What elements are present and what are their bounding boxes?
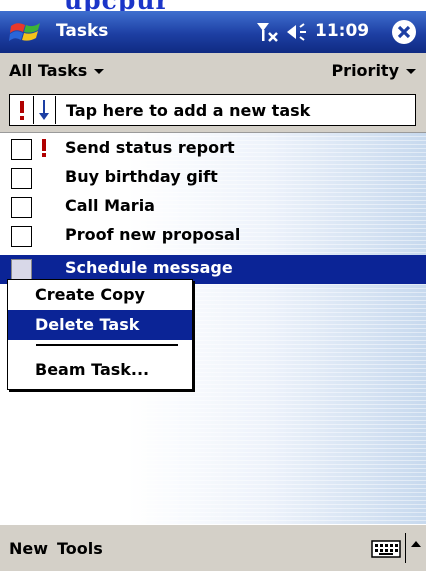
tools-menu-button[interactable]: Tools (57, 539, 103, 558)
task-checkbox[interactable] (11, 168, 32, 189)
task-checkbox[interactable] (11, 226, 32, 247)
new-menu-button[interactable]: New (9, 539, 48, 558)
task-row[interactable]: Send status report (0, 135, 426, 164)
context-menu: Create Copy Delete Task Beam Task... (7, 279, 193, 390)
title-bar: Tasks 11:09 (0, 11, 426, 53)
cropped-header-strip: upcpur (0, 0, 426, 11)
exclamation-icon[interactable] (11, 96, 34, 124)
sort-dropdown[interactable]: Priority (331, 61, 416, 80)
cropped-header-text: upcpur (64, 0, 170, 11)
windows-flag-icon[interactable] (7, 17, 51, 47)
menu-item-label: Delete Task (35, 315, 140, 334)
entry-bar: Tap here to add a new task (0, 88, 426, 133)
chevron-up-icon[interactable] (411, 541, 421, 547)
task-label: Schedule message (65, 258, 233, 277)
menu-item-delete-task[interactable]: Delete Task (8, 310, 192, 340)
caret-down-icon (94, 69, 105, 74)
menu-item-label: Create Copy (35, 285, 145, 304)
antenna-off-icon[interactable] (255, 20, 279, 44)
task-row[interactable]: Call Maria (0, 193, 426, 222)
high-priority-icon (42, 139, 46, 157)
task-row[interactable]: Buy birthday gift (0, 164, 426, 193)
menu-item-beam-task[interactable]: Beam Task... (8, 355, 192, 385)
bottom-menu-bar: New Tools (0, 524, 426, 571)
clock[interactable]: 11:09 (315, 21, 369, 41)
app-title: Tasks (56, 21, 109, 41)
task-checkbox[interactable] (11, 139, 32, 160)
caret-down-icon (406, 69, 416, 74)
keyboard-icon[interactable] (371, 539, 401, 559)
task-label: Call Maria (65, 196, 155, 215)
sort-label: Priority (331, 61, 399, 80)
task-label: Proof new proposal (65, 225, 241, 244)
task-label: Send status report (65, 138, 235, 157)
speaker-icon[interactable] (286, 22, 312, 42)
menu-item-create-copy[interactable]: Create Copy (8, 280, 192, 310)
sip-divider (405, 533, 406, 563)
task-checkbox[interactable] (11, 259, 32, 280)
new-task-input[interactable]: Tap here to add a new task (66, 101, 310, 120)
category-filter-dropdown[interactable]: All Tasks (9, 61, 105, 80)
menu-separator (36, 344, 178, 346)
filter-bar: All Tasks Priority (0, 53, 426, 88)
down-arrow-icon[interactable] (33, 96, 56, 124)
category-filter-label: All Tasks (9, 61, 88, 80)
task-checkbox[interactable] (11, 197, 32, 218)
task-row[interactable]: Proof new proposal (0, 222, 426, 251)
menu-item-label: Beam Task... (35, 360, 150, 379)
entry-frame: Tap here to add a new task (9, 94, 416, 126)
task-label: Buy birthday gift (65, 167, 218, 186)
close-circle-icon[interactable] (391, 19, 417, 45)
